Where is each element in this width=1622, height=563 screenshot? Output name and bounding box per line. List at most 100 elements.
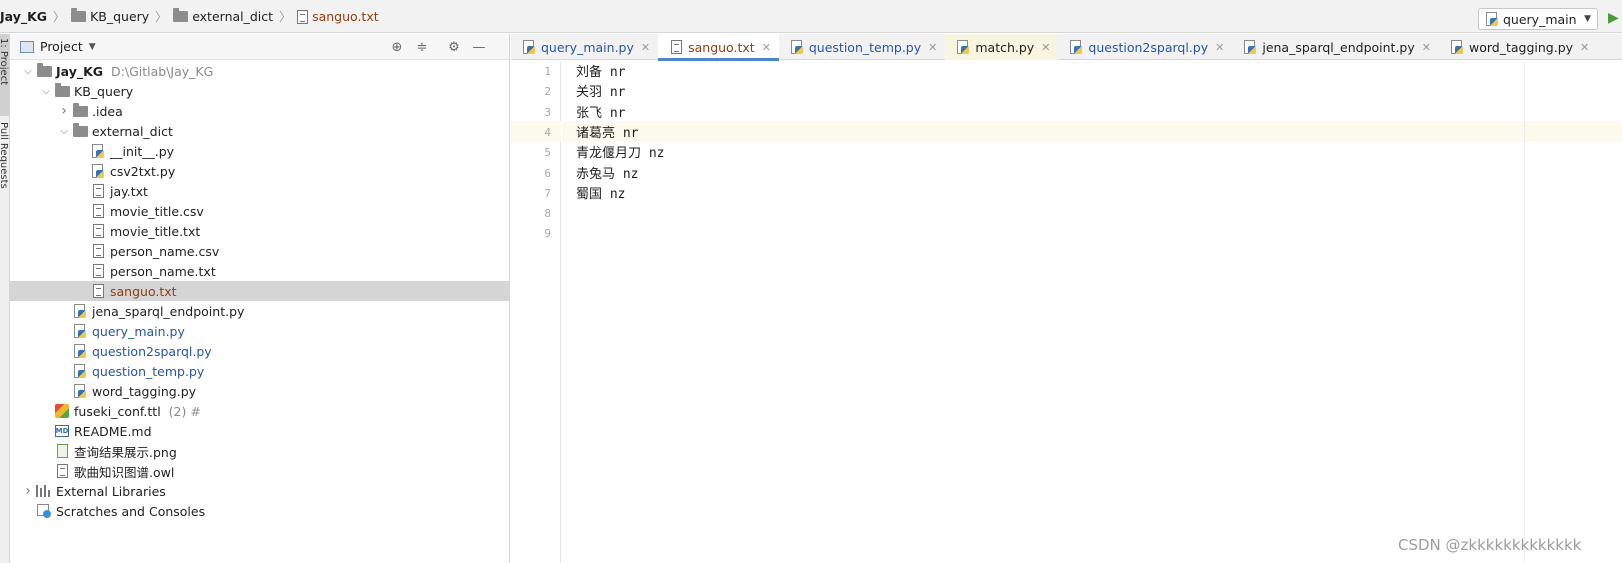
tree-item-detail: (2) #: [168, 403, 201, 419]
editor-tab[interactable]: sanguo.txt ✕: [658, 34, 779, 61]
code-editor[interactable]: 1 2 3 4 5 6 7 8 9 刘备 nr 关羽 nr 张飞 nr 诸葛亮 nr 青龙偃月刀 nz 赤…: [511, 61, 1622, 563]
tree-item[interactable]: 歌曲知识图谱.owl: [10, 461, 510, 481]
tree-item-label: __init__.py: [110, 143, 175, 159]
project-panel-header: Project ▼ ⊕ ≑ ⚙ —: [10, 34, 509, 60]
tree-item[interactable]: ⌵ external_dict: [10, 121, 510, 141]
tree-item-label: Scratches and Consoles: [56, 503, 206, 519]
locate-icon[interactable]: ⊕: [388, 38, 406, 56]
python-file-icon: [72, 343, 88, 359]
editor-tab-label: question_temp.py: [808, 39, 922, 55]
tree-item[interactable]: fuseki_conf.ttl (2) #: [10, 401, 510, 421]
tree-item[interactable]: person_name.csv: [10, 241, 510, 261]
breadcrumb-item-kb-query[interactable]: KB_query: [67, 0, 153, 33]
tree-item[interactable]: ⌵ Jay_KG D:\Gitlab\Jay_KG: [10, 61, 510, 81]
text-file-icon: [90, 183, 106, 199]
tree-item-label: person_name.csv: [110, 243, 220, 259]
editor-tab[interactable]: word_tagging.py ✕: [1439, 34, 1597, 60]
chevron-right-icon[interactable]: ›: [20, 483, 36, 499]
run-configuration-select[interactable]: query_main ▼: [1478, 8, 1598, 30]
project-panel-title[interactable]: Project: [40, 39, 83, 54]
chevron-down-icon[interactable]: ⌵: [56, 126, 72, 137]
chevron-down-icon[interactable]: ▼: [89, 42, 96, 52]
editor-tab[interactable]: jena_sparql_endpoint.py ✕: [1232, 34, 1439, 60]
python-file-icon: [90, 143, 106, 159]
library-icon: [36, 483, 52, 499]
chevron-down-icon[interactable]: ⌵: [20, 66, 36, 77]
close-icon[interactable]: ✕: [762, 41, 771, 54]
ttl-file-icon: [54, 403, 70, 419]
pull-requests-tool-tab[interactable]: Pull Requests: [0, 122, 9, 222]
python-file-icon: [955, 39, 971, 55]
text-file-icon: [90, 243, 106, 259]
text-file-icon: [90, 283, 106, 299]
tree-item[interactable]: word_tagging.py: [10, 381, 510, 401]
python-file-icon: [789, 39, 805, 55]
code-line[interactable]: [562, 222, 1622, 243]
gear-icon[interactable]: ⚙: [445, 38, 463, 56]
code-line[interactable]: 青龙偃月刀 nz: [562, 141, 1622, 162]
markdown-file-icon: MD: [55, 425, 69, 437]
breadcrumb-item-file[interactable]: sanguo.txt: [293, 0, 383, 33]
editor-tab[interactable]: match.py ✕: [945, 34, 1059, 60]
tree-item-label: question2sparql.py: [92, 343, 212, 359]
tree-item[interactable]: › .idea: [10, 101, 510, 121]
close-icon[interactable]: ✕: [1580, 41, 1589, 54]
tree-item-label: external_dict: [92, 123, 173, 139]
chevron-down-icon[interactable]: ⌵: [38, 86, 54, 97]
project-tool-tab[interactable]: 1: Project: [0, 34, 9, 116]
close-icon[interactable]: ✕: [641, 41, 650, 54]
tree-item-label: 歌曲知识图谱.owl: [74, 464, 175, 480]
tree-item[interactable]: 查询结果展示.png: [10, 441, 510, 461]
editor-tab[interactable]: query_main.py ✕: [511, 34, 658, 60]
breadcrumb-item-project[interactable]: Jay_KG: [0, 0, 51, 33]
close-icon[interactable]: ✕: [928, 41, 937, 54]
code-line[interactable]: [562, 202, 1622, 223]
folder-icon: [36, 62, 52, 79]
code-line[interactable]: 关羽 nr: [562, 80, 1622, 101]
close-icon[interactable]: ✕: [1422, 41, 1431, 54]
tree-item[interactable]: MD README.md: [10, 421, 510, 441]
python-file-icon: [72, 383, 88, 399]
tree-item-label: External Libraries: [56, 483, 166, 499]
tree-item[interactable]: csv2txt.py: [10, 161, 510, 181]
code-line[interactable]: 张飞 nr: [562, 101, 1622, 122]
code-line[interactable]: 赤兔马 nz: [562, 162, 1622, 183]
tree-item[interactable]: movie_title.csv: [10, 201, 510, 221]
tree-item[interactable]: query_main.py: [10, 321, 510, 341]
breadcrumb-item-external-dict[interactable]: external_dict: [169, 0, 277, 33]
tree-item[interactable]: jay.txt: [10, 181, 510, 201]
image-file-icon: [54, 443, 70, 459]
collapse-all-icon[interactable]: ≑: [413, 38, 431, 56]
line-number: 9: [544, 227, 551, 241]
line-number: 5: [544, 146, 551, 160]
line-number: 3: [544, 105, 551, 119]
close-icon[interactable]: ✕: [1041, 41, 1050, 54]
close-icon[interactable]: ✕: [1215, 41, 1224, 54]
tree-item[interactable]: Scratches and Consoles: [10, 501, 510, 521]
run-icon[interactable]: ▶: [1608, 10, 1622, 28]
tree-item[interactable]: question_temp.py: [10, 361, 510, 381]
tree-item[interactable]: person_name.txt: [10, 261, 510, 281]
editor-tab[interactable]: question2sparql.py ✕: [1058, 34, 1232, 60]
tree-item[interactable]: › External Libraries: [10, 481, 510, 501]
code-line[interactable]: 蜀国 nz: [562, 182, 1622, 203]
minimize-icon[interactable]: —: [470, 38, 488, 56]
python-file-icon: [1449, 39, 1465, 55]
folder-icon: [173, 8, 189, 22]
scratches-icon: [36, 503, 52, 519]
tree-item[interactable]: question2sparql.py: [10, 341, 510, 361]
folder-icon: [54, 82, 70, 99]
tree-item[interactable]: movie_title.txt: [10, 221, 510, 241]
chevron-down-icon: ▼: [1584, 14, 1591, 24]
tree-item[interactable]: ⌵ KB_query: [10, 81, 510, 101]
code-line[interactable]: 诸葛亮 nr: [562, 120, 1622, 142]
tree-item[interactable]: __init__.py: [10, 141, 510, 161]
tree-item-label: person_name.txt: [110, 263, 216, 279]
editor-tab[interactable]: question_temp.py ✕: [779, 34, 945, 60]
tree-item-label: fuseki_conf.ttl: [74, 403, 161, 419]
code-line[interactable]: 刘备 nr: [562, 60, 1622, 81]
chevron-right-icon[interactable]: ›: [56, 103, 72, 119]
tree-item[interactable]: jena_sparql_endpoint.py: [10, 301, 510, 321]
tree-item[interactable]: sanguo.txt: [10, 281, 510, 301]
breadcrumb-label: Jay_KG: [0, 9, 48, 24]
